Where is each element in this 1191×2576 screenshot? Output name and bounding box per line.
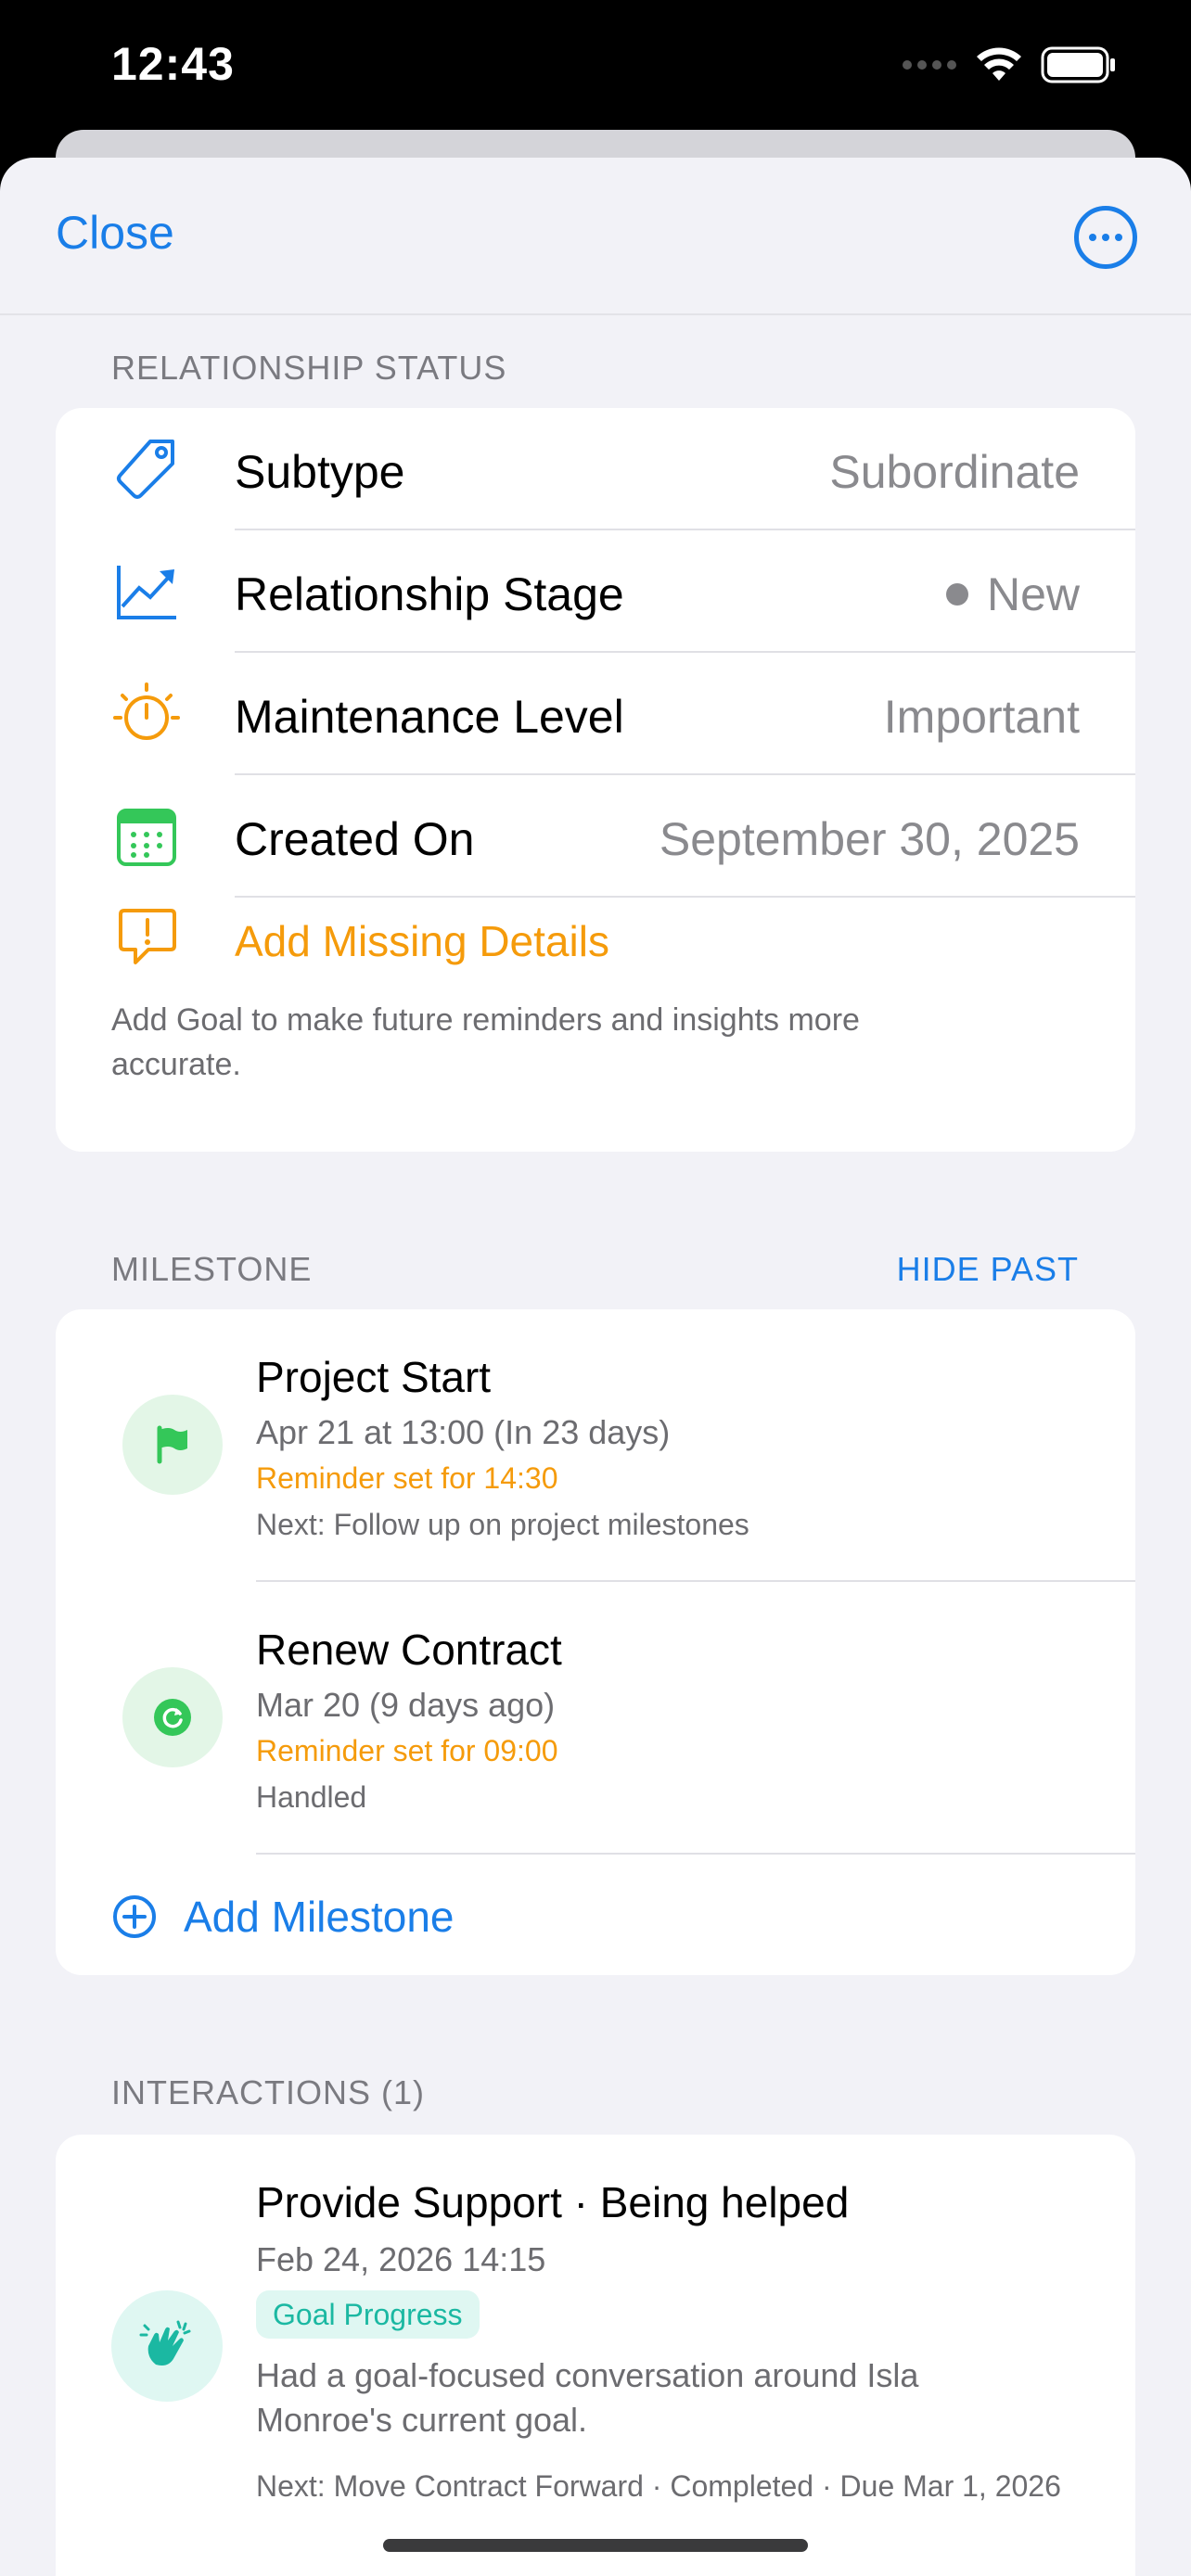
more-options-button[interactable] [1074,206,1137,269]
detail-sheet: Close RELATIONSHIP STATUS Subtype Subord… [0,158,1191,2576]
milestone-badge [122,1395,223,1495]
status-icons [902,46,1117,83]
signal-icon [903,60,956,70]
clapping-hands-icon [139,2320,191,2366]
refresh-icon [154,1699,191,1736]
status-bar: 12:43 [0,0,1191,139]
home-indicator[interactable] [383,2539,808,2552]
relationship-stage-value: New [945,567,1080,621]
relationship-status-header: RELATIONSHIP STATUS [111,349,507,387]
subtype-value: Subordinate [829,446,1080,498]
divider [235,896,1135,898]
milestone-title: Renew Contract [256,1626,562,1674]
milestone-header: MILESTONE [111,1250,313,1288]
milestone-note: Next: Follow up on project milestones [256,1508,749,1541]
tag-icon [117,440,174,499]
close-button[interactable]: Close [56,206,174,260]
timer-icon [113,682,180,740]
milestone-reminder: Reminder set for 09:00 [256,1734,558,1767]
exclamation-bubble-icon [119,909,176,964]
maintenance-level-value: Important [883,691,1080,743]
interactions-card: Provide Support · Being helped Feb 24, 2… [56,2135,1135,2576]
add-milestone-label: Add Milestone [184,1893,455,1941]
created-on-value: September 30, 2025 [659,813,1080,865]
interaction-date: Feb 24, 2026 14:15 [256,2240,546,2278]
flag-icon [157,1425,187,1464]
created-on-label: Created On [235,813,475,865]
interaction-title: Provide Support · Being helped [256,2178,850,2226]
interaction-item[interactable]: Provide Support · Being helped Feb 24, 2… [56,2135,1135,2576]
interaction-next: Next: Move Contract Forward · Completed … [256,2469,1061,2503]
relationship-stage-row[interactable]: Relationship Stage New [56,530,1135,653]
milestone-date: Mar 20 (9 days ago) [256,1686,556,1724]
hide-past-button[interactable]: HIDE PAST [897,1250,1079,1289]
add-milestone-button[interactable]: Add Milestone [56,1855,1135,1975]
interaction-description: Had a goal-focused conversation around I… [256,2356,919,2439]
milestone-reminder: Reminder set for 14:30 [256,1461,558,1495]
plus-circle-icon [113,1895,156,1938]
milestone-date: Apr 21 at 13:00 (In 23 days) [256,1413,671,1451]
battery-icon [1041,46,1115,83]
milestone-item[interactable]: Project Start Apr 21 at 13:00 (In 23 day… [56,1309,1135,1582]
status-time: 12:43 [111,38,235,90]
subtype-label: Subtype [235,446,405,498]
wifi-icon [977,47,1021,81]
add-missing-details-link[interactable]: Add Missing Details [235,916,609,966]
milestone-badge [122,1667,223,1767]
sheet-nav-bar: Close [0,158,1191,315]
subtype-row[interactable]: Subtype Subordinate [56,408,1135,530]
relationship-stage-label: Relationship Stage [235,568,624,620]
milestone-note: Handled [256,1780,367,1814]
interaction-badge [111,2290,223,2402]
missing-details-description: Add Goal to make future reminders and in… [111,1002,860,1082]
maintenance-level-row[interactable]: Maintenance Level Important [56,653,1135,775]
trend-chart-icon [117,566,176,619]
interactions-header: INTERACTIONS (1) [111,2073,426,2111]
milestone-item[interactable]: Renew Contract Mar 20 (9 days ago) Remin… [56,1582,1135,1855]
ellipsis-circle-icon [1089,234,1096,241]
milestone-title: Project Start [256,1353,492,1401]
goal-progress-tag: Goal Progress [256,2290,480,2339]
calendar-icon [117,809,176,866]
milestone-card: Project Start Apr 21 at 13:00 (In 23 day… [56,1309,1135,1975]
relationship-status-card: Subtype Subordinate Relationship Stage N… [56,408,1135,1152]
stage-dot-icon [945,583,968,606]
maintenance-level-label: Maintenance Level [235,691,624,743]
created-on-row: Created On September 30, 2025 [56,775,1135,898]
